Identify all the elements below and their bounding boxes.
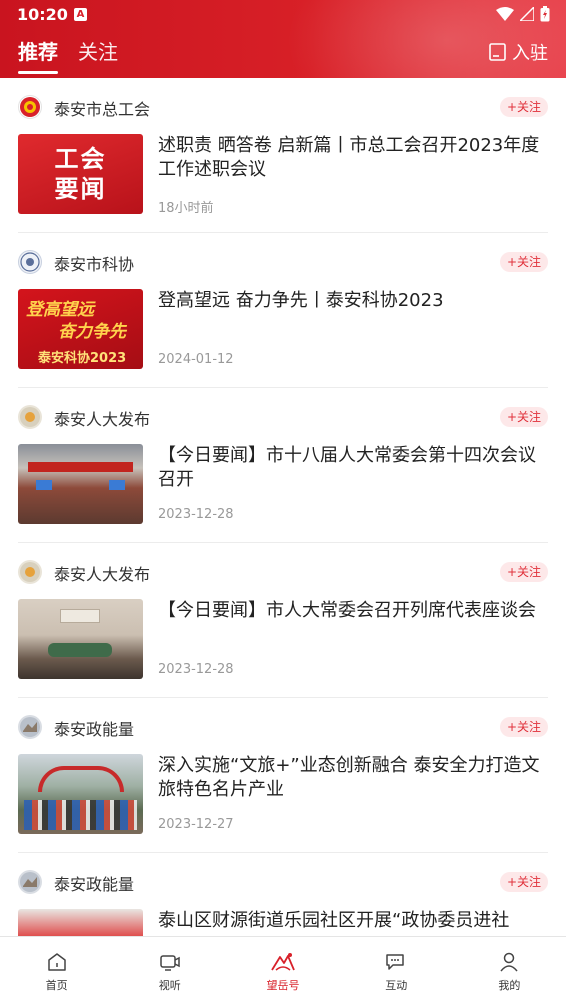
nav-video[interactable]: 视听 bbox=[113, 937, 226, 1008]
source-name[interactable]: 泰安人大发布 bbox=[54, 561, 150, 585]
join-label: 入驻 bbox=[512, 43, 548, 64]
user-icon bbox=[500, 952, 518, 972]
chat-icon bbox=[386, 954, 404, 970]
thumbnail-image[interactable]: 工会 要闻 bbox=[18, 134, 143, 214]
follow-button[interactable]: +关注 bbox=[499, 97, 548, 117]
government-energy-logo-icon bbox=[18, 870, 42, 894]
article-date: 2023-12-28 bbox=[158, 507, 234, 522]
peoples-congress-logo-icon bbox=[18, 405, 42, 429]
government-energy-logo-icon bbox=[18, 715, 42, 739]
feed-card[interactable]: 泰安人大发布 +关注 【今日要闻】市十八届人大常委会第十四次会议召开 2023-… bbox=[18, 388, 548, 543]
nav-label: 首页 bbox=[45, 979, 68, 992]
mountain-icon bbox=[271, 953, 295, 971]
bottom-nav: 首页 视听 望岳号 互动 我的 bbox=[0, 936, 566, 1008]
nav-label: 视听 bbox=[158, 979, 181, 992]
nav-label: 互动 bbox=[385, 979, 408, 992]
video-icon bbox=[160, 955, 180, 971]
source-name[interactable]: 泰安市总工会 bbox=[54, 96, 150, 120]
source-name[interactable]: 泰安政能量 bbox=[54, 871, 134, 895]
article-time: 18小时前 bbox=[158, 201, 214, 216]
signal-icon bbox=[520, 7, 534, 21]
article-date: 2023-12-28 bbox=[158, 662, 234, 677]
thumbnail-image[interactable]: 登高望远 奋力争先 泰安科协2023 bbox=[18, 289, 143, 369]
feed-card[interactable]: 泰安市总工会 +关注 工会 要闻 述职责 晒答卷 启新篇丨市总工会召开2023年… bbox=[18, 78, 548, 233]
nav-label: 望岳号 bbox=[266, 979, 300, 992]
tab-recommend[interactable]: 推荐 bbox=[18, 36, 58, 74]
thumb-text-line2: 要闻 bbox=[54, 175, 107, 203]
nav-interact[interactable]: 互动 bbox=[340, 937, 453, 1008]
thumb-text-line1: 工会 bbox=[54, 145, 107, 173]
nav-profile[interactable]: 我的 bbox=[453, 937, 566, 1008]
follow-button[interactable]: +关注 bbox=[499, 872, 548, 892]
wifi-icon bbox=[496, 7, 514, 21]
article-title[interactable]: 【今日要闻】市十八届人大常委会第十四次会议召开 bbox=[158, 444, 542, 492]
article-title[interactable]: 登高望远 奋力争先丨泰安科协2023 bbox=[158, 289, 542, 313]
article-title[interactable]: 泰山区财源街道乐园社区开展“政协委员进社 bbox=[158, 909, 542, 933]
status-icons bbox=[496, 6, 550, 22]
feed-card[interactable]: 泰安政能量 +关注 深入实施“文旅+”业态创新融合 泰安全力打造文旅特色名片产业… bbox=[18, 698, 548, 853]
thumbnail-image[interactable] bbox=[18, 754, 143, 834]
document-icon bbox=[489, 43, 506, 61]
article-title[interactable]: 深入实施“文旅+”业态创新融合 泰安全力打造文旅特色名片产业 bbox=[158, 754, 542, 802]
feed-card[interactable]: 泰安政能量 +关注 泰山区财源街道乐园社区开展“政协委员进社 bbox=[18, 853, 548, 936]
battery-icon bbox=[540, 6, 550, 22]
thumb-text-line2: 奋力争先 bbox=[58, 322, 126, 342]
thumbnail-image[interactable] bbox=[18, 909, 143, 936]
status-bar: 10:20 A bbox=[0, 0, 566, 30]
join-button[interactable]: 入驻 bbox=[489, 39, 548, 65]
notification-a-icon: A bbox=[74, 8, 87, 21]
feed-card[interactable]: 泰安人大发布 +关注 【今日要闻】市人大常委会召开列席代表座谈会 2023-12… bbox=[18, 543, 548, 698]
article-title[interactable]: 述职责 晒答卷 启新篇丨市总工会召开2023年度工作述职会议 bbox=[158, 134, 542, 182]
app-header: 10:20 A 推荐 关注 入驻 bbox=[0, 0, 566, 78]
nav-label: 我的 bbox=[498, 979, 521, 992]
top-tabs: 推荐 关注 bbox=[18, 36, 118, 74]
tab-follow[interactable]: 关注 bbox=[78, 36, 118, 65]
article-title[interactable]: 【今日要闻】市人大常委会召开列席代表座谈会 bbox=[158, 599, 542, 623]
article-date: 2024-01-12 bbox=[158, 352, 234, 367]
follow-button[interactable]: +关注 bbox=[499, 717, 548, 737]
peoples-congress-logo-icon bbox=[18, 560, 42, 584]
nav-wangyue[interactable]: 望岳号 bbox=[226, 937, 339, 1008]
source-name[interactable]: 泰安市科协 bbox=[54, 251, 134, 275]
source-name[interactable]: 泰安政能量 bbox=[54, 716, 134, 740]
status-time: 10:20 bbox=[17, 5, 68, 24]
science-association-logo-icon bbox=[18, 250, 42, 274]
thumbnail-image[interactable] bbox=[18, 599, 143, 679]
feed-card[interactable]: 泰安市科协 +关注 登高望远 奋力争先 泰安科协2023 登高望远 奋力争先丨泰… bbox=[18, 233, 548, 388]
follow-button[interactable]: +关注 bbox=[499, 252, 548, 272]
source-name[interactable]: 泰安人大发布 bbox=[54, 406, 150, 430]
article-date: 2023-12-27 bbox=[158, 817, 234, 832]
follow-button[interactable]: +关注 bbox=[499, 407, 548, 427]
nav-home[interactable]: 首页 bbox=[0, 937, 113, 1008]
news-feed: 泰安市总工会 +关注 工会 要闻 述职责 晒答卷 启新篇丨市总工会召开2023年… bbox=[0, 78, 566, 936]
thumb-text-line3: 泰安科协2023 bbox=[38, 351, 127, 366]
follow-button[interactable]: +关注 bbox=[499, 562, 548, 582]
home-icon bbox=[47, 953, 66, 971]
thumbnail-image[interactable] bbox=[18, 444, 143, 524]
union-logo-icon bbox=[18, 95, 42, 119]
